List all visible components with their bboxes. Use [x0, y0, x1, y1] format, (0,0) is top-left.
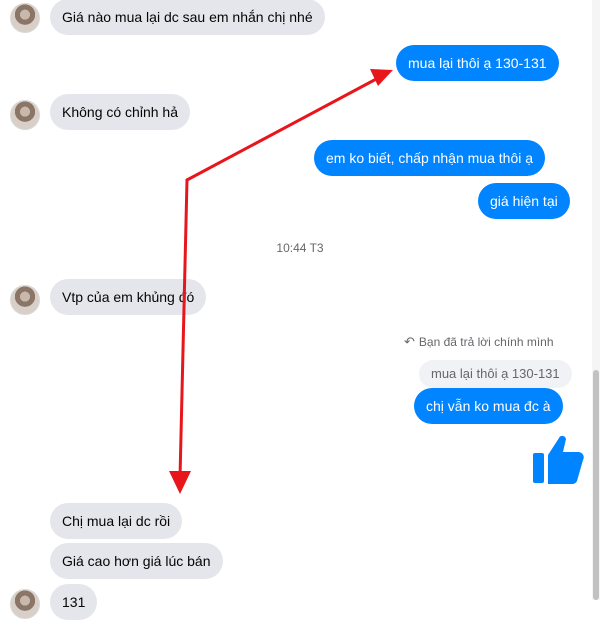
incoming-message[interactable]: Chị mua lại dc rồi: [50, 503, 183, 539]
timestamp: 10:44 T3: [276, 241, 324, 255]
incoming-message[interactable]: Giá nào mua lại dc sau em nhắn chị nhé: [50, 0, 325, 35]
contact-avatar[interactable]: [10, 100, 40, 130]
incoming-message[interactable]: Không có chỉnh hả: [50, 94, 190, 130]
contact-avatar[interactable]: [10, 285, 40, 315]
incoming-message[interactable]: 131: [50, 584, 98, 620]
thumbs-up-icon[interactable]: [530, 430, 586, 486]
incoming-message[interactable]: Vtp của em khủng đó: [50, 279, 207, 315]
annotation-arrowhead: [169, 471, 191, 494]
annotation-arrow-line: [178, 178, 189, 480]
quoted-message[interactable]: mua lại thôi ạ 130-131: [419, 360, 572, 388]
contact-avatar[interactable]: [10, 589, 40, 619]
outgoing-message[interactable]: chị vẫn ko mua đc à: [414, 388, 563, 424]
scrollbar-thumb[interactable]: [593, 370, 599, 600]
contact-avatar[interactable]: [10, 3, 40, 33]
outgoing-message[interactable]: mua lại thôi ạ 130-131: [396, 45, 559, 81]
reply-arrow-icon: ↶: [404, 334, 415, 349]
reply-note-text: Bạn đã trả lời chính mình: [418, 335, 554, 349]
incoming-message[interactable]: Giá cao hơn giá lúc bán: [50, 543, 223, 579]
outgoing-message[interactable]: giá hiện tại: [478, 183, 570, 219]
scrollbar[interactable]: [592, 0, 600, 600]
outgoing-message[interactable]: em ko biết, chấp nhận mua thôi ạ: [314, 140, 546, 176]
reply-note: ↶ Bạn đã trả lời chính mình: [404, 334, 554, 350]
annotation-arrowhead: [370, 69, 393, 86]
